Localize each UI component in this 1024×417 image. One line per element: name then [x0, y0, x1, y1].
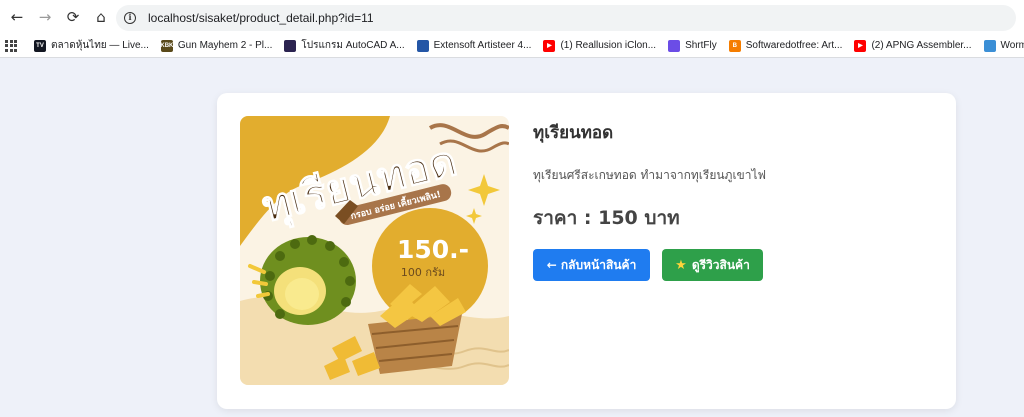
- bookmark-label: ตลาดหุ้นไทย — Live...: [51, 40, 149, 51]
- back-arrow-icon[interactable]: ←: [6, 6, 28, 28]
- bookmark-label: ShrtFly: [685, 40, 717, 51]
- bookmark-favicon-icon: KBK: [160, 39, 173, 52]
- bookmark-item[interactable]: ▶ (1) Reallusion iClon...: [543, 39, 657, 52]
- bookmark-item[interactable]: โปรแกรม AutoCAD A...: [284, 38, 405, 53]
- price-value: 150: [598, 207, 638, 229]
- bookmark-label: Gun Mayhem 2 - Pl...: [177, 40, 273, 51]
- apps-grid-icon[interactable]: [5, 39, 17, 53]
- bookmark-favicon-icon: ▶: [854, 39, 867, 52]
- bookmark-item[interactable]: Extensoft Artisteer 4...: [416, 39, 532, 52]
- address-bar[interactable]: i localhost/sisaket/product_detail.php?i…: [116, 5, 1016, 31]
- bookmark-item[interactable]: ▶ (2) APNG Assembler...: [854, 39, 972, 52]
- bookmark-label: โปรแกรม AutoCAD A...: [301, 40, 405, 51]
- bookmark-favicon-icon: [983, 39, 996, 52]
- bookmark-item[interactable]: B Softwaredotfree: Art...: [728, 39, 843, 52]
- image-price-text: 150.-: [397, 235, 469, 264]
- product-image: 150.- 100 กรัม ทุเรียนทอด กรอบ อร่อย เคี…: [240, 116, 509, 385]
- product-description: ทุเรียนศรีสะเกษทอด ทำมาจากทุเรียนภูเขาไฟ: [533, 168, 767, 182]
- bookmark-favicon-icon: TV: [34, 39, 46, 52]
- bookmark-favicon-icon: [416, 39, 429, 52]
- price-unit: บาท: [644, 207, 680, 229]
- action-buttons: ← กลับหน้าสินค้า ★ ดูรีวิวสินค้า: [533, 249, 763, 281]
- bookmark-label: Extensoft Artisteer 4...: [433, 40, 532, 51]
- product-name: ทุเรียนทอด: [533, 123, 614, 143]
- reload-icon[interactable]: ⟳: [62, 6, 84, 28]
- product-info: ทุเรียนทอด ทุเรียนศรีสะเกษทอด ทำมาจากทุเ…: [533, 119, 766, 233]
- star-icon: ★: [675, 257, 687, 273]
- bookmark-label: (1) Reallusion iClon...: [560, 40, 657, 51]
- home-icon[interactable]: ⌂: [90, 6, 112, 28]
- bookmark-item[interactable]: TV ตลาดหุ้นไทย — Live...: [34, 38, 149, 53]
- view-reviews-label: ดูรีวิวสินค้า: [691, 257, 750, 272]
- bookmark-label: Softwaredotfree: Art...: [745, 40, 843, 51]
- url-text[interactable]: localhost/sisaket/product_detail.php?id=…: [148, 11, 374, 25]
- browser-toolbar: ← → ⟳ ⌂ i localhost/sisaket/product_deta…: [0, 0, 1024, 34]
- image-weight-text: 100 กรัม: [401, 266, 445, 279]
- product-price: ราคา : 150 บาท: [533, 203, 766, 233]
- bookmark-favicon-icon: [284, 39, 297, 52]
- back-to-products-button[interactable]: ← กลับหน้าสินค้า: [533, 249, 650, 281]
- bookmark-item[interactable]: Wormate.io Advent...: [983, 39, 1024, 52]
- bookmark-item[interactable]: KBK Gun Mayhem 2 - Pl...: [160, 39, 273, 52]
- bookmark-item[interactable]: ShrtFly: [668, 39, 717, 52]
- bookmark-favicon-icon: ▶: [543, 39, 556, 52]
- view-reviews-button[interactable]: ★ ดูรีวิวสินค้า: [662, 249, 763, 281]
- product-card: 150.- 100 กรัม ทุเรียนทอด กรอบ อร่อย เคี…: [217, 93, 956, 409]
- bookmark-favicon-icon: B: [728, 39, 741, 52]
- bookmark-favicon-icon: [668, 39, 681, 52]
- bookmark-label: (2) APNG Assembler...: [871, 40, 972, 51]
- bookmark-label: Wormate.io Advent...: [1000, 40, 1024, 51]
- price-label: ราคา :: [533, 207, 592, 229]
- bookmarks-bar: TV ตลาดหุ้นไทย — Live... KBK Gun Mayhem 2 -…: [0, 34, 1024, 58]
- site-info-icon[interactable]: i: [124, 12, 136, 24]
- forward-arrow-icon[interactable]: →: [34, 6, 56, 28]
